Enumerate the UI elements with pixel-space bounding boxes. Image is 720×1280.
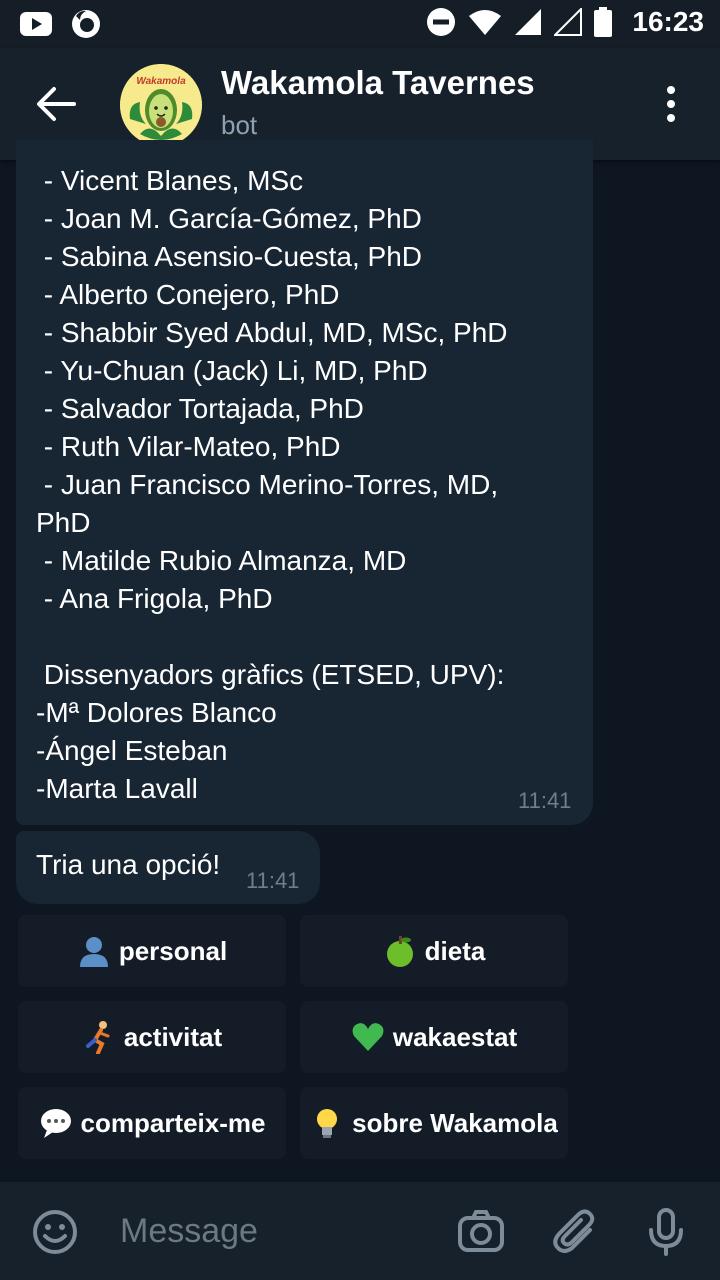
message-line: - Shabbir Syed Abdul, MD, MSc, PhD [36,317,508,348]
chat-title[interactable]: Wakamola Tavernes [221,64,535,102]
keyboard-button-label: comparteix-me [80,1107,266,1138]
emoji-icon[interactable] [31,1208,79,1256]
message-line: - Salvador Tortajada, PhD [36,393,364,424]
speech-bubble-icon [39,1106,73,1140]
green-heart-icon [351,1020,385,1054]
keyboard-button-wakaestat[interactable]: wakaestat [300,1001,568,1073]
microphone-icon[interactable] [642,1208,690,1256]
keyboard-button-label: wakaestat [392,1021,518,1052]
camera-icon[interactable] [457,1208,505,1256]
message-line: - Alberto Conejero, PhD [36,279,340,310]
keyboard-button-label: sobre Wakamola [352,1107,558,1138]
message-input[interactable]: Message [120,1208,420,1254]
keyboard-button-label: dieta [424,935,486,966]
message-text: - Vicent Blanes, MSc - Joan M. García-Gó… [36,162,508,808]
message-line: - Sabina Asensio-Cuesta, PhD [36,241,422,272]
chat-subtitle: bot [221,110,258,140]
message-line: - Vicent Blanes, MSc [36,165,304,196]
runner-icon [82,1020,116,1054]
keyboard-button-activitat[interactable]: activitat [18,1001,286,1073]
signal-empty-icon [554,8,583,36]
light-bulb-icon [310,1106,344,1140]
message-line: - Ruth Vilar-Mateo, PhD [36,431,341,462]
message-bubble: Tria una opció! 11:41 [16,831,320,904]
message-text: Tria una opció! [36,849,221,880]
message-line: - Matilde Rubio Almanza, MD [36,545,407,576]
message-bubble: - Vicent Blanes, MSc - Joan M. García-Gó… [16,140,593,825]
back-arrow-icon[interactable] [34,82,78,126]
message-line: PhD [36,507,91,538]
green-apple-icon [383,934,417,968]
attach-icon[interactable] [552,1208,600,1256]
message-line [36,618,508,656]
svg-text:Wakamola: Wakamola [136,76,186,87]
message-timestamp: 11:41 [518,788,572,813]
message-line: - Joan M. García-Gómez, PhD [36,203,422,234]
keyboard-button-dieta[interactable]: dieta [300,915,568,987]
bot-avatar[interactable]: Wakamola [120,64,202,146]
signal-icon [515,9,542,35]
message-line: -Marta Lavall [36,773,198,804]
battery-icon [594,7,613,37]
keyboard-button-personal[interactable]: personal [18,915,286,987]
firefox-icon [72,10,100,38]
message-timestamp: 11:41 [246,868,300,893]
wifi-icon [469,10,502,35]
message-line: - Yu-Chuan (Jack) Li, MD, PhD [36,355,428,386]
do-not-disturb-icon [427,8,456,36]
message-composer: Message [0,1182,720,1280]
avocado-logo-icon: Wakamola [120,64,202,146]
message-line: - Juan Francisco Merino-Torres, MD, [36,469,499,500]
keyboard-button-label: activitat [123,1021,223,1052]
message-line: -Ángel Esteban [36,735,228,766]
message-line: - Ana Frigola, PhD [36,583,273,614]
keyboard-button-label: personal [118,935,228,966]
keyboard-button-comparteix-me[interactable]: comparteix-me [18,1087,286,1159]
person-silhouette-icon [77,934,111,968]
youtube-icon [20,12,52,36]
message-line: -Mª Dolores Blanco [36,697,277,728]
message-line: Dissenyadors gràfics (ETSED, UPV): [36,659,505,690]
status-bar: 16:23 [0,0,720,48]
clock: 16:23 [632,6,704,37]
keyboard-button-sobre-wakamola[interactable]: sobre Wakamola [300,1087,568,1159]
more-options-icon[interactable] [656,82,686,126]
